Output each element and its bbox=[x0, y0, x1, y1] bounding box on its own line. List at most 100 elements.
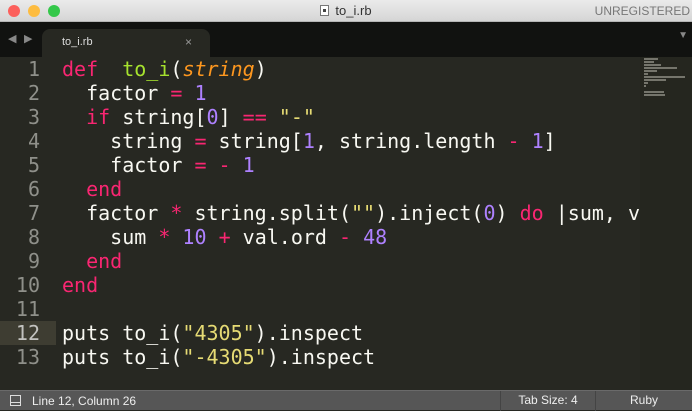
code-line[interactable]: end bbox=[62, 249, 650, 273]
code-token: puts to_i( bbox=[62, 321, 183, 345]
code-token: 1 bbox=[302, 129, 315, 153]
code-token: 1 bbox=[531, 129, 544, 153]
minimap-line bbox=[644, 61, 654, 63]
line-number: 8 bbox=[27, 225, 40, 249]
line-number: 5 bbox=[27, 153, 40, 177]
line-number-gutter: 1 2 3 4 5 6 7 8 9 10 11 12 13 bbox=[0, 57, 56, 369]
window-title: to_i.rb bbox=[0, 3, 692, 18]
title-bar: to_i.rb UNREGISTERED bbox=[0, 0, 692, 22]
tab-size-button[interactable]: Tab Size: 4 bbox=[500, 391, 595, 411]
code-token: string bbox=[182, 57, 255, 81]
code-token: 0 bbox=[206, 105, 219, 129]
code-token: end bbox=[86, 249, 123, 273]
code-line[interactable]: factor = 1 bbox=[62, 81, 650, 105]
close-tab-icon[interactable]: × bbox=[185, 35, 192, 49]
code-token: if bbox=[86, 105, 111, 129]
code-token: "4305" bbox=[182, 321, 255, 345]
code-area[interactable]: def to_i(string) factor = 1 if string[0]… bbox=[62, 57, 650, 369]
unregistered-label: UNREGISTERED bbox=[594, 4, 690, 18]
panel-toggle-icon[interactable] bbox=[10, 395, 21, 406]
code-token: factor bbox=[62, 81, 171, 105]
code-line[interactable]: end bbox=[62, 273, 650, 297]
code-line[interactable]: sum * 10 + val.ord - 48 bbox=[62, 225, 650, 249]
code-token: - bbox=[218, 153, 231, 177]
minimap-line bbox=[644, 73, 648, 75]
minimap-line bbox=[644, 94, 665, 96]
code-token: ).inspect bbox=[266, 345, 376, 369]
code-line[interactable]: end bbox=[62, 177, 650, 201]
code-token: def bbox=[62, 57, 99, 81]
line-number: 9 bbox=[27, 249, 40, 273]
line-number: 10 bbox=[15, 273, 40, 297]
code-token: puts to_i( bbox=[62, 345, 183, 369]
code-token: + bbox=[218, 225, 231, 249]
code-line[interactable]: puts to_i("4305").inspect bbox=[62, 321, 650, 345]
code-token: == bbox=[242, 105, 267, 129]
code-token: 48 bbox=[363, 225, 388, 249]
syntax-button[interactable]: Ruby bbox=[595, 391, 692, 411]
code-token: do bbox=[519, 201, 544, 225]
forward-arrow-icon[interactable]: ▶ bbox=[24, 32, 32, 45]
tab-menu-icon[interactable]: ▼ bbox=[678, 30, 688, 41]
window-title-text: to_i.rb bbox=[335, 3, 372, 18]
line-number: 4 bbox=[27, 129, 40, 153]
code-line[interactable]: def to_i(string) bbox=[62, 57, 650, 81]
document-icon bbox=[320, 5, 330, 16]
code-token: 1 bbox=[194, 81, 207, 105]
code-token: "" bbox=[351, 201, 376, 225]
code-token: ) bbox=[495, 201, 520, 225]
code-token: - bbox=[338, 225, 352, 249]
code-token: 1 bbox=[242, 153, 255, 177]
code-line[interactable]: if string[0] == "-" bbox=[62, 105, 650, 129]
minimap-line bbox=[644, 91, 664, 93]
code-token: val.ord bbox=[230, 225, 339, 249]
code-line[interactable]: factor = - 1 bbox=[62, 153, 650, 177]
minimap-line bbox=[644, 67, 677, 69]
line-number: 3 bbox=[27, 105, 40, 129]
line-number: 2 bbox=[27, 81, 40, 105]
code-token: string[ bbox=[206, 129, 303, 153]
line-number: 13 bbox=[15, 345, 40, 369]
code-line[interactable]: factor * string.split("").inject(0) do |… bbox=[62, 201, 650, 225]
code-token: = bbox=[194, 153, 207, 177]
tab-label: to_i.rb bbox=[62, 36, 93, 48]
minimap-line bbox=[644, 82, 648, 84]
back-arrow-icon[interactable]: ◀ bbox=[8, 32, 16, 45]
code-line[interactable]: string = string[1, string.length - 1] bbox=[62, 129, 650, 153]
code-token: 10 bbox=[182, 225, 207, 249]
code-token: * bbox=[158, 225, 171, 249]
line-number: 7 bbox=[27, 201, 40, 225]
code-line[interactable] bbox=[62, 297, 650, 321]
code-token: - bbox=[507, 129, 520, 153]
code-token: 0 bbox=[483, 201, 496, 225]
code-line[interactable]: puts to_i("-4305").inspect bbox=[62, 345, 650, 369]
code-token: factor bbox=[62, 153, 195, 177]
cursor-position: Line 12, Column 26 bbox=[32, 394, 137, 408]
tab-to-i-rb[interactable]: to_i.rb × bbox=[42, 29, 210, 57]
code-token: ) bbox=[254, 57, 267, 81]
code-editor[interactable]: 1 2 3 4 5 6 7 8 9 10 11 12 13 def to_i(string) facto… bbox=[0, 57, 692, 390]
line-number: 11 bbox=[15, 297, 40, 321]
minimap-line bbox=[644, 58, 658, 60]
minimap-line bbox=[644, 76, 685, 78]
minimap[interactable] bbox=[640, 57, 692, 390]
code-token: string.split( bbox=[182, 201, 351, 225]
minimap-line bbox=[644, 70, 657, 72]
code-token: * bbox=[170, 201, 183, 225]
minimap-line bbox=[644, 79, 666, 81]
minimap-line bbox=[644, 64, 661, 66]
code-token: string bbox=[62, 129, 195, 153]
status-bar: Line 12, Column 26 Tab Size: 4 Ruby bbox=[0, 390, 692, 411]
code-token: string[ bbox=[110, 105, 207, 129]
code-token: "-4305" bbox=[182, 345, 267, 369]
